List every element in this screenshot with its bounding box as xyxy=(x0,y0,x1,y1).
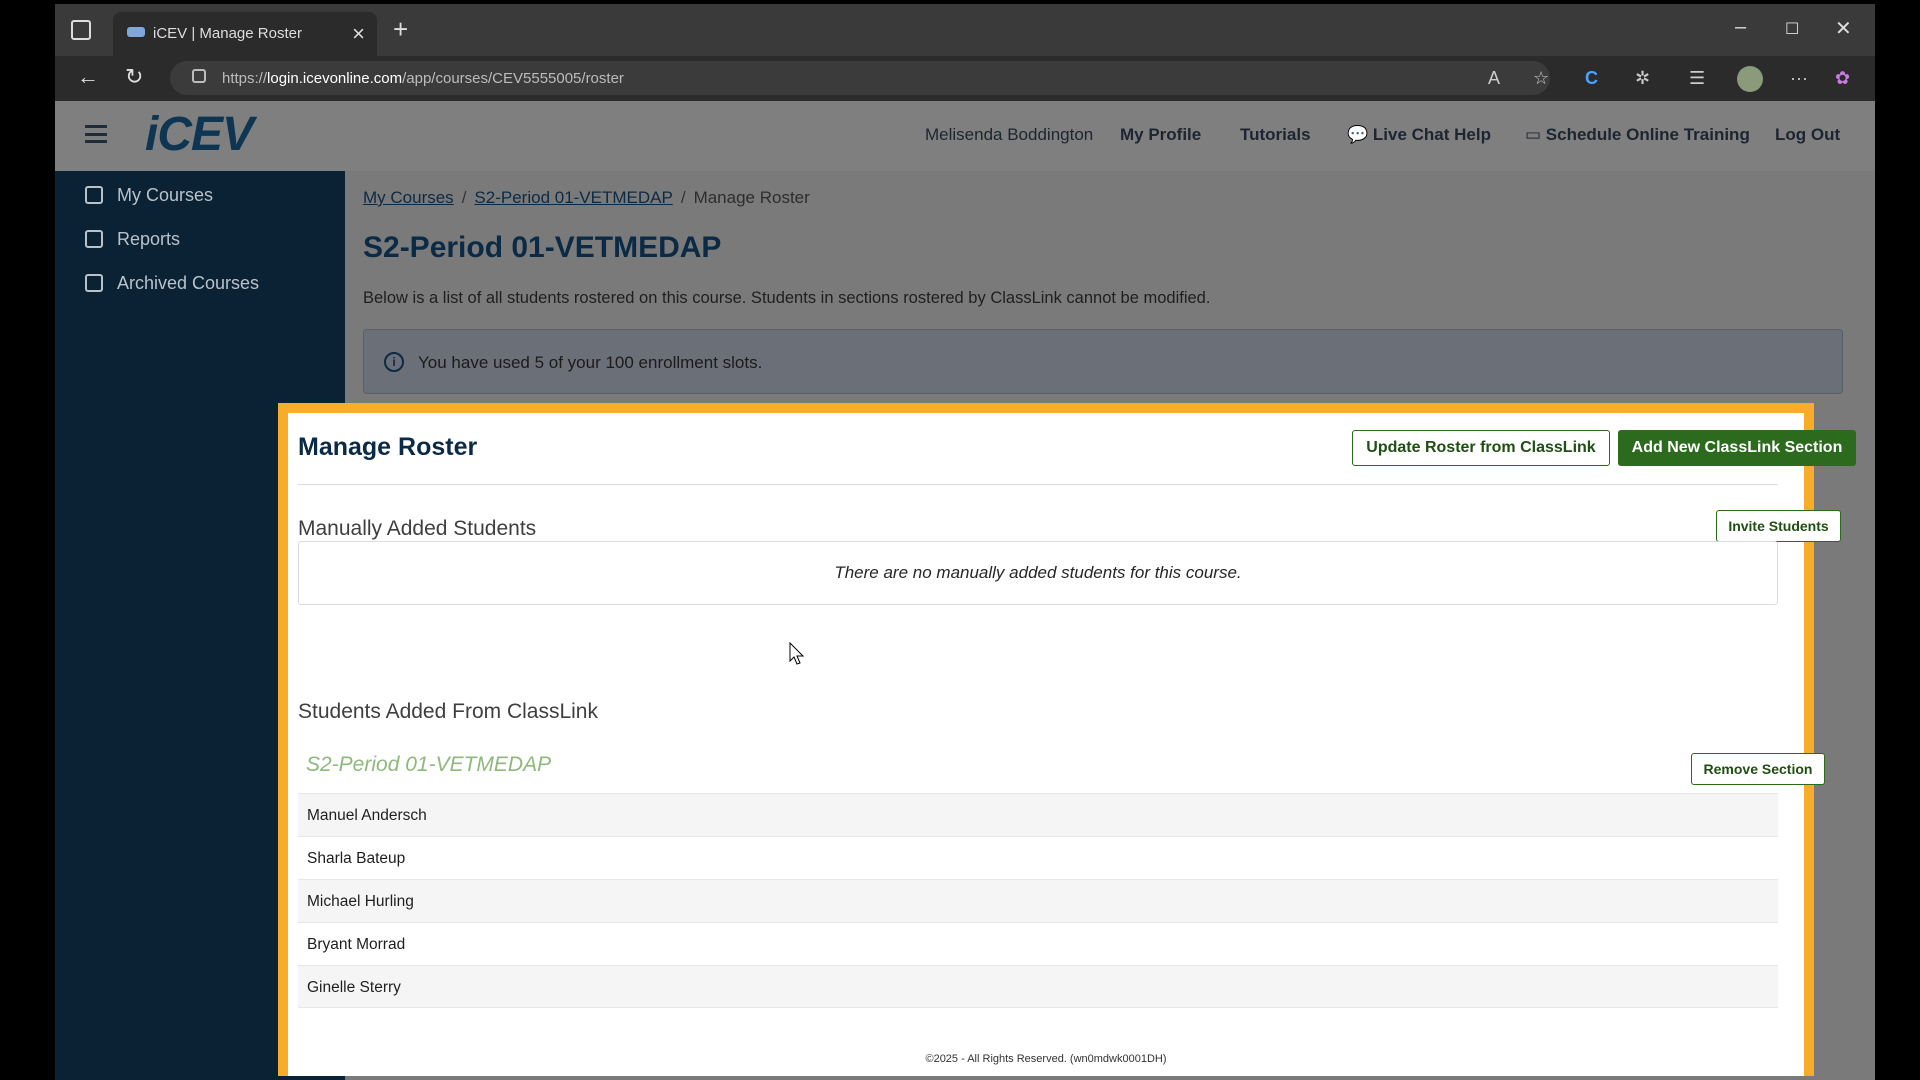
student-name: Bryant Morrad xyxy=(307,936,405,954)
table-row: Ginelle Sterry xyxy=(298,965,1778,1008)
breadcrumb: My Courses/S2-Period 01-VETMEDAP/Manage … xyxy=(363,188,810,208)
manual-students-empty: There are no manually added students for… xyxy=(298,541,1778,605)
browser-tab[interactable]: iCEV | Manage Roster × xyxy=(113,12,377,56)
site-header: iCEV Melisenda Boddington My Profile Tut… xyxy=(55,101,1875,171)
laptop-icon: ▭ xyxy=(1525,125,1541,144)
manage-roster-panel: Manage Roster Update Roster from ClassLi… xyxy=(278,403,1814,1076)
breadcrumb-my-courses[interactable]: My Courses xyxy=(363,188,454,207)
extension-c-icon[interactable]: C xyxy=(1585,68,1598,89)
archive-icon xyxy=(85,274,103,292)
chat-icon: 💬 xyxy=(1347,125,1368,144)
minimize-icon[interactable]: – xyxy=(1735,16,1746,39)
menu-icon[interactable] xyxy=(85,125,107,143)
sidebar-item-my-courses[interactable]: My Courses xyxy=(85,185,213,206)
manual-students-heading: Manually Added Students xyxy=(298,517,536,541)
classlink-students-heading: Students Added From ClassLink xyxy=(298,700,598,724)
enrollment-text: You have used 5 of your 100 enrollment s… xyxy=(418,353,762,373)
profile-avatar[interactable] xyxy=(1737,66,1763,92)
manage-roster-title: Manage Roster xyxy=(298,433,477,462)
invite-students-button[interactable]: Invite Students xyxy=(1716,510,1841,542)
site-logo[interactable]: iCEV xyxy=(145,107,253,162)
enrollment-notice: i You have used 5 of your 100 enrollment… xyxy=(363,329,1843,394)
sidebar-item-archived-courses[interactable]: Archived Courses xyxy=(85,273,259,294)
close-window-icon[interactable]: ✕ xyxy=(1835,16,1852,41)
favicon-icon xyxy=(127,27,145,37)
new-tab-icon[interactable]: + xyxy=(393,14,408,45)
sidebar-item-reports[interactable]: Reports xyxy=(85,229,180,250)
breadcrumb-current: Manage Roster xyxy=(694,188,810,207)
nav-logout[interactable]: Log Out xyxy=(1775,125,1840,145)
more-icon[interactable]: ··· xyxy=(1790,68,1808,89)
info-icon: i xyxy=(384,352,404,372)
nav-my-profile[interactable]: My Profile xyxy=(1120,125,1201,145)
breadcrumb-course[interactable]: S2-Period 01-VETMEDAP xyxy=(474,188,672,207)
nav-schedule-training[interactable]: ▭ Schedule Online Training xyxy=(1525,125,1750,145)
remove-section-button[interactable]: Remove Section xyxy=(1691,753,1825,785)
student-name: Manuel Andersch xyxy=(307,807,427,825)
favorite-star-icon[interactable]: ☆ xyxy=(1533,68,1549,89)
read-aloud-icon[interactable]: A xyxy=(1488,68,1500,89)
add-classlink-section-button[interactable]: Add New ClassLink Section xyxy=(1618,430,1856,466)
address-bar-row: ← ↻ https://login.icevonline.com/app/cou… xyxy=(55,56,1875,101)
table-row: Bryant Morrad xyxy=(298,922,1778,965)
update-roster-button[interactable]: Update Roster from ClassLink xyxy=(1352,430,1610,466)
table-row: Sharla Bateup xyxy=(298,836,1778,879)
page-title: S2-Period 01-VETMEDAP xyxy=(363,231,721,265)
student-name: Ginelle Sterry xyxy=(307,979,401,997)
nav-tutorials[interactable]: Tutorials xyxy=(1240,125,1311,145)
back-icon[interactable]: ← xyxy=(77,64,99,90)
reload-icon[interactable]: ↻ xyxy=(125,64,143,90)
url-field[interactable]: https://login.icevonline.com/app/courses… xyxy=(170,61,1550,95)
footer: ©2025 - All Rights Reserved. (wn0mdwk000… xyxy=(288,1053,1804,1065)
lock-icon xyxy=(192,69,206,83)
maximize-icon[interactable]: ☐ xyxy=(1785,19,1799,39)
page-intro: Below is a list of all students rostered… xyxy=(363,289,1210,308)
sidebar-toggle-icon[interactable] xyxy=(71,20,91,40)
url-text: https://login.icevonline.com/app/courses… xyxy=(222,70,624,87)
extensions-icon[interactable]: ✲ xyxy=(1635,68,1650,89)
table-row: Michael Hurling xyxy=(298,879,1778,922)
nav-live-chat[interactable]: 💬 Live Chat Help xyxy=(1347,125,1491,145)
tab-title: iCEV | Manage Roster xyxy=(153,25,302,42)
divider xyxy=(298,484,1778,485)
classlink-section-name: S2-Period 01-VETMEDAP xyxy=(306,753,551,777)
table-row: Manuel Andersch xyxy=(298,793,1778,836)
user-name: Melisenda Boddington xyxy=(925,125,1093,145)
chart-icon xyxy=(85,230,103,248)
home-icon xyxy=(85,186,103,204)
student-name: Michael Hurling xyxy=(307,893,414,911)
student-name: Sharla Bateup xyxy=(307,850,405,868)
copilot-icon[interactable]: ✿ xyxy=(1835,68,1850,89)
mouse-cursor-icon xyxy=(789,642,805,666)
tab-bar: iCEV | Manage Roster × + – ☐ ✕ xyxy=(55,4,1875,56)
close-tab-icon[interactable]: × xyxy=(352,21,365,47)
favorites-icon[interactable]: ☰ xyxy=(1689,68,1705,89)
